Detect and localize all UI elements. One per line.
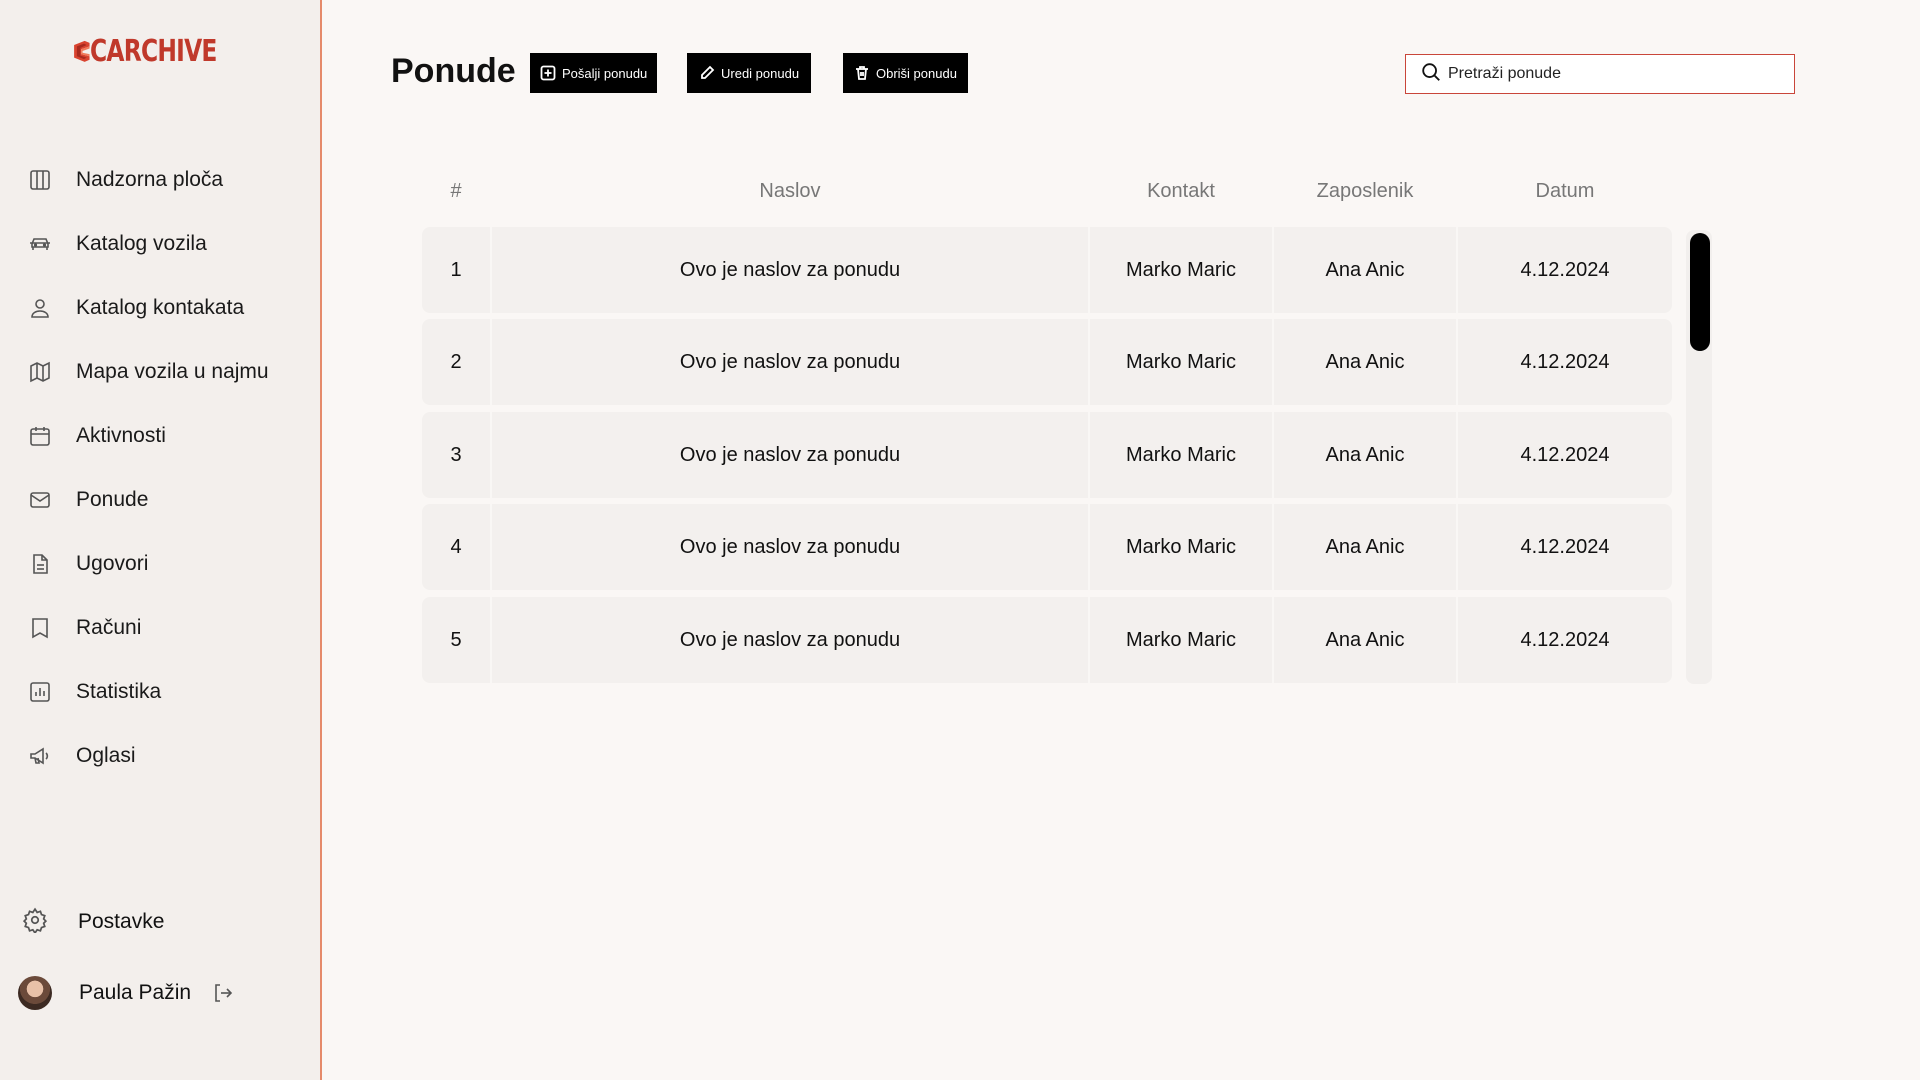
document-icon (28, 552, 52, 576)
cell-number: 4 (450, 535, 462, 558)
sidebar-item-ads[interactable]: Oglasi (0, 724, 320, 788)
cell-number: 5 (450, 628, 462, 651)
table-row[interactable]: 5 Ovo je naslov za ponudu Marko Maric An… (422, 597, 1672, 683)
carchive-logo-icon (74, 40, 90, 62)
cell-employee: Ana Anic (1325, 535, 1405, 558)
sidebar-item-rental-map[interactable]: Mapa vozila u najmu (0, 340, 320, 404)
sidebar-item-offers[interactable]: Ponude (0, 468, 320, 532)
sidebar: CARCHIVE Nadzorna ploča Katalog vozila K… (0, 0, 322, 1080)
sidebar-item-label: Statistika (76, 680, 162, 703)
chart-icon (28, 680, 52, 704)
sidebar-item-label: Ponude (76, 488, 149, 511)
column-header-contact[interactable]: Kontakt (1090, 180, 1272, 203)
sidebar-item-contracts[interactable]: Ugovori (0, 532, 320, 596)
user-profile[interactable]: Paula Pažin (18, 975, 235, 1011)
column-header-employee[interactable]: Zaposlenik (1274, 180, 1456, 203)
avatar[interactable] (18, 976, 52, 1010)
sidebar-item-label: Mapa vozila u najmu (76, 360, 269, 383)
cell-number: 3 (450, 443, 462, 466)
cell-date: 4.12.2024 (1520, 350, 1610, 373)
pencil-icon (699, 65, 715, 81)
sidebar-item-settings[interactable]: Postavke (22, 890, 164, 954)
cell-number: 1 (450, 258, 462, 281)
receipt-icon (28, 616, 52, 640)
search-icon (1420, 61, 1442, 88)
sidebar-item-label: Ugovori (76, 552, 149, 575)
cell-date: 4.12.2024 (1520, 258, 1610, 281)
sidebar-nav: Nadzorna ploča Katalog vozila Katalog ko… (0, 148, 320, 788)
cell-contact: Marko Maric (1125, 628, 1236, 651)
column-header-number[interactable]: # (422, 180, 490, 203)
sidebar-item-dashboard[interactable]: Nadzorna ploča (0, 148, 320, 212)
delete-offer-label: Obriši ponudu (876, 65, 957, 81)
cell-employee: Ana Anic (1325, 628, 1405, 651)
cell-title: Ovo je naslov za ponudu (679, 258, 901, 281)
search-box[interactable] (1405, 54, 1795, 94)
table-header: # Naslov Kontakt Zaposlenik Datum (422, 180, 1672, 210)
table-row[interactable]: 1 Ovo je naslov za ponudu Marko Maric An… (422, 227, 1672, 313)
logout-icon[interactable] (211, 981, 235, 1005)
send-offer-button[interactable]: Pošalji ponudu (530, 53, 658, 93)
calendar-icon (28, 424, 52, 448)
map-icon (28, 360, 52, 384)
car-icon (28, 232, 52, 256)
gear-icon (22, 907, 48, 938)
search-input[interactable] (1448, 65, 1768, 83)
cell-date: 4.12.2024 (1520, 535, 1610, 558)
cell-title: Ovo je naslov za ponudu (679, 443, 901, 466)
user-name: Paula Pažin (79, 981, 192, 1004)
cell-title: Ovo je naslov za ponudu (679, 350, 901, 373)
cell-number: 2 (450, 350, 462, 373)
cell-contact: Marko Maric (1125, 443, 1236, 466)
sidebar-item-activities[interactable]: Aktivnosti (0, 404, 320, 468)
plus-square-icon (540, 65, 556, 81)
table-row[interactable]: 3 Ovo je naslov za ponudu Marko Maric An… (422, 412, 1672, 498)
logo[interactable]: CARCHIVE (72, 20, 252, 82)
table-row[interactable]: 4 Ovo je naslov za ponudu Marko Maric An… (422, 504, 1672, 590)
table-row[interactable]: 2 Ovo je naslov za ponudu Marko Maric An… (422, 319, 1672, 405)
sidebar-item-label: Računi (76, 616, 142, 639)
sidebar-item-contacts[interactable]: Katalog kontakata (0, 276, 320, 340)
delete-offer-button[interactable]: Obriši ponudu (843, 53, 968, 93)
send-offer-label: Pošalji ponudu (562, 65, 648, 81)
cell-title: Ovo je naslov za ponudu (679, 628, 901, 651)
mail-icon (28, 488, 52, 512)
edit-offer-button[interactable]: Uredi ponudu (687, 53, 812, 93)
sidebar-item-label: Nadzorna ploča (76, 168, 224, 191)
sidebar-item-label: Katalog vozila (76, 232, 207, 255)
sidebar-item-statistics[interactable]: Statistika (0, 660, 320, 724)
column-header-title[interactable]: Naslov (492, 180, 1088, 203)
dashboard-icon (28, 168, 52, 192)
cell-contact: Marko Maric (1125, 535, 1236, 558)
cell-employee: Ana Anic (1325, 443, 1405, 466)
brand-name: CARCHIVE (89, 33, 217, 69)
megaphone-icon (28, 744, 52, 768)
cell-date: 4.12.2024 (1520, 443, 1610, 466)
sidebar-item-label: Oglasi (76, 744, 136, 767)
user-icon (28, 296, 52, 320)
page-title: Ponude (391, 52, 516, 90)
edit-offer-label: Uredi ponudu (721, 65, 800, 81)
scrollbar-thumb[interactable] (1690, 233, 1710, 351)
cell-contact: Marko Maric (1125, 258, 1236, 281)
sidebar-item-label: Aktivnosti (76, 424, 166, 447)
settings-label: Postavke (78, 910, 165, 933)
cell-employee: Ana Anic (1325, 350, 1405, 373)
cell-title: Ovo je naslov za ponudu (679, 535, 901, 558)
sidebar-item-vehicles[interactable]: Katalog vozila (0, 212, 320, 276)
sidebar-item-invoices[interactable]: Računi (0, 596, 320, 660)
sidebar-item-label: Katalog kontakata (76, 296, 245, 319)
trash-icon (854, 65, 870, 81)
column-header-date[interactable]: Datum (1458, 180, 1672, 203)
cell-contact: Marko Maric (1125, 350, 1236, 373)
cell-employee: Ana Anic (1325, 258, 1405, 281)
cell-date: 4.12.2024 (1520, 628, 1610, 651)
